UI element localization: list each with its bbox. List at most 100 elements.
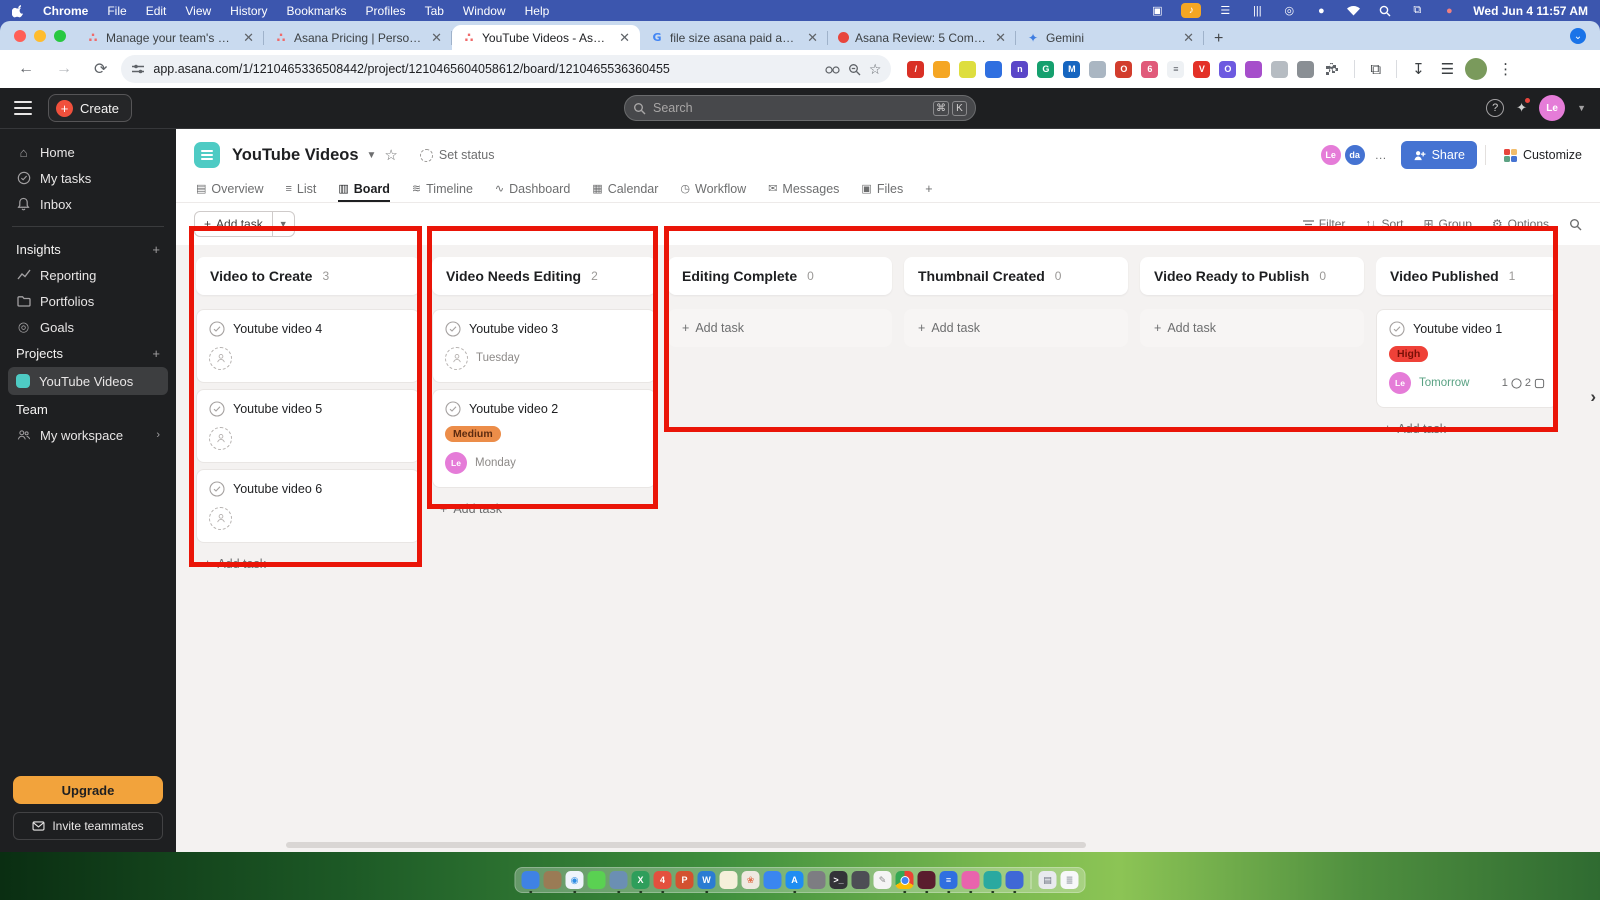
column-header[interactable]: Video to Create 3 [196, 257, 420, 295]
back-button[interactable]: ← [10, 60, 42, 78]
dock-app-launchpad-icon[interactable] [543, 871, 562, 889]
extension-nzdr-icon[interactable]: n [1011, 60, 1029, 78]
add-project-icon[interactable]: + [152, 346, 160, 361]
column-add-task-button[interactable]: + Add task [1376, 414, 1558, 444]
mic-in-use-icon[interactable]: ♪ [1181, 3, 1202, 18]
dock-app-appstore-icon[interactable]: A [785, 871, 804, 889]
check-circle-icon[interactable] [209, 481, 225, 497]
audio-levels-icon[interactable]: ||| [1249, 4, 1265, 18]
forward-button[interactable]: → [48, 60, 80, 78]
extension-purple-o-icon[interactable]: O [1219, 60, 1237, 78]
minimize-window-button[interactable] [34, 29, 46, 42]
check-circle-icon[interactable] [1389, 321, 1405, 337]
apple-menu-icon[interactable] [12, 4, 24, 18]
sidebar-item-goals[interactable]: ◎ Goals [0, 314, 176, 340]
browser-menu-icon[interactable]: ⋮ [1493, 60, 1518, 78]
unassigned-avatar-icon[interactable] [445, 346, 468, 370]
browser-tab-active[interactable]: ∴ YouTube Videos - Asana ✕ [452, 25, 640, 50]
priority-tag-medium[interactable]: Medium [445, 426, 501, 442]
check-circle-icon[interactable] [445, 321, 461, 337]
horizontal-scrollbar[interactable] [286, 842, 1086, 848]
check-circle-icon[interactable] [209, 321, 225, 337]
invite-teammates-button[interactable]: Invite teammates [13, 812, 163, 840]
dock-app-docs-icon[interactable]: ≡ [939, 871, 958, 889]
display-settings-icon[interactable]: ☰ [1217, 4, 1233, 18]
chevron-right-icon[interactable]: › [156, 429, 160, 441]
unassigned-avatar-icon[interactable] [209, 426, 232, 450]
tab-workflow[interactable]: ◷ Workflow [680, 179, 746, 202]
create-button[interactable]: + Create [48, 94, 133, 122]
address-bar[interactable]: app.asana.com/1/1210465336508442/project… [121, 55, 892, 83]
dock-app-messages-icon[interactable] [587, 871, 606, 889]
extension-clipboard-icon[interactable] [1089, 60, 1107, 78]
reload-button[interactable]: ⟳ [86, 59, 115, 79]
add-insight-icon[interactable]: + [152, 242, 160, 257]
column-header[interactable]: Thumbnail Created 0 [904, 257, 1128, 295]
more-members-button[interactable]: … [1375, 148, 1387, 162]
share-button[interactable]: Share [1400, 141, 1477, 169]
spotlight-icon[interactable] [1377, 4, 1393, 18]
extension-pen-icon[interactable]: / [907, 60, 925, 78]
sidebar-item-my-tasks[interactable]: My tasks [0, 165, 176, 191]
dock-app-settings-icon[interactable] [807, 871, 826, 889]
dock-app-maps-icon[interactable] [763, 871, 782, 889]
tab-files[interactable]: ▣ Files [861, 179, 903, 202]
column-add-task-button[interactable]: + Add task [674, 313, 886, 343]
task-card-video-3[interactable]: Youtube video 3 Tuesday [432, 309, 656, 383]
task-card-video-4[interactable]: Youtube video 4 [196, 309, 420, 383]
scroll-right-icon[interactable]: › [1590, 387, 1596, 407]
dock-app-pink-app-icon[interactable] [961, 871, 980, 889]
dock-app-calendar-icon[interactable]: 4 [653, 871, 672, 889]
tab-close-icon[interactable]: ✕ [993, 30, 1008, 46]
dock-app-documents-icon[interactable]: ▤ [1038, 871, 1057, 889]
tab-close-icon[interactable]: ✕ [1181, 30, 1196, 46]
dock-app-chrome-icon[interactable] [895, 871, 914, 889]
column-add-task-button[interactable]: + Add task [1146, 313, 1358, 343]
global-search-input[interactable]: Search ⌘ K [624, 95, 976, 121]
column-header[interactable]: Video Ready to Publish 0 [1140, 257, 1364, 295]
dock-app-photos-icon[interactable]: ❀ [741, 871, 760, 889]
chevron-down-icon[interactable]: ▼ [1577, 103, 1586, 113]
dock-app-photobooth-icon[interactable] [851, 871, 870, 889]
priority-tag-high[interactable]: High [1389, 346, 1429, 362]
tab-board[interactable]: ▥ Board [338, 179, 390, 202]
dock-app-word-icon[interactable]: W [697, 871, 716, 889]
add-tab-button[interactable]: + [925, 179, 932, 202]
screen-record-icon[interactable]: ▣ [1149, 4, 1165, 18]
menu-tab[interactable]: Tab [425, 4, 444, 18]
customize-button[interactable]: Customize [1503, 148, 1582, 162]
tab-dashboard[interactable]: ∿ Dashboard [495, 179, 570, 202]
sidebar-item-portfolios[interactable]: Portfolios [0, 288, 176, 314]
upgrade-button[interactable]: Upgrade [13, 776, 163, 804]
tab-overview[interactable]: ▤ Overview [196, 179, 264, 202]
sidebar-section-team[interactable]: Team [0, 396, 176, 422]
add-task-dropdown-icon[interactable]: ▼ [271, 212, 294, 236]
bookmark-star-icon[interactable]: ☆ [869, 61, 882, 78]
maximize-window-button[interactable] [54, 29, 66, 42]
menu-profiles[interactable]: Profiles [366, 4, 406, 18]
menu-bookmarks[interactable]: Bookmarks [287, 4, 347, 18]
chevron-down-icon[interactable]: ▼ [367, 150, 377, 161]
siri-icon[interactable]: ● [1441, 4, 1457, 18]
tab-close-icon[interactable]: ✕ [805, 30, 820, 46]
column-header[interactable]: Video Needs Editing 2 [432, 257, 656, 295]
column-header[interactable]: Editing Complete 0 [668, 257, 892, 295]
check-circle-icon[interactable] [445, 401, 461, 417]
sidebar-toggle-icon[interactable] [14, 101, 32, 115]
help-icon[interactable]: ? [1486, 99, 1505, 117]
browser-tab-4[interactable]: G file size asana paid account ✕ [640, 25, 828, 50]
dock-app-textedit-icon[interactable]: ✎ [873, 871, 892, 889]
extension-pink-six-icon[interactable]: 6 [1141, 60, 1159, 78]
extension-grammarly-icon[interactable]: G [1037, 60, 1055, 78]
browser-profile-avatar[interactable] [1465, 58, 1488, 80]
reading-list-icon[interactable]: ☰ [1436, 60, 1459, 78]
extensions-puzzle-icon[interactable] [1320, 62, 1344, 76]
menu-view[interactable]: View [185, 4, 211, 18]
tab-close-icon[interactable]: ✕ [429, 30, 444, 46]
check-circle-icon[interactable] [209, 401, 225, 417]
dock-app-mail-icon[interactable] [609, 871, 628, 889]
group-button[interactable]: ⊞ Group [1423, 217, 1471, 231]
browser-tab-5[interactable]: Asana Review: 5 Compelling ✕ [828, 25, 1016, 50]
tab-close-icon[interactable]: ✕ [617, 30, 632, 46]
menu-history[interactable]: History [230, 4, 267, 18]
